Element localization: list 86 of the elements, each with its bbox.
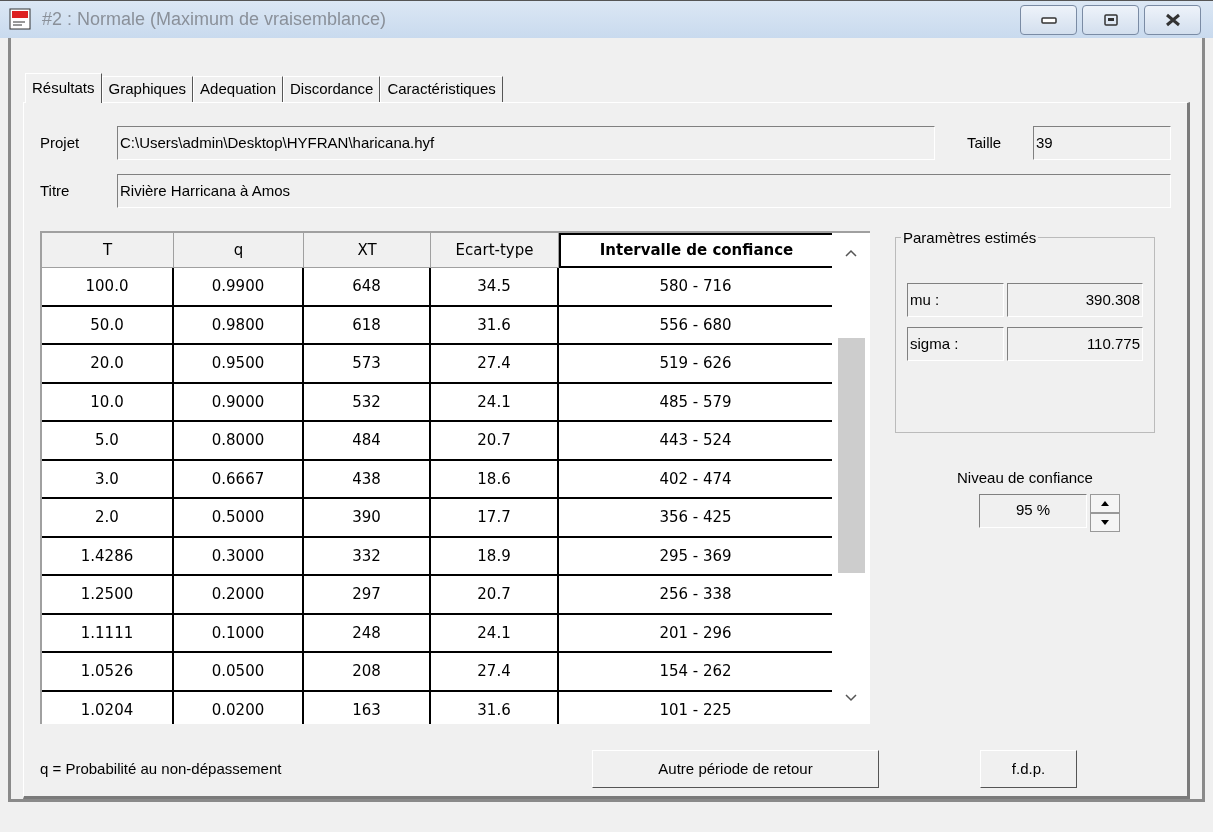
parameter-name[interactable]: sigma :: [907, 327, 1004, 361]
title-field[interactable]: Rivière Harricana à Amos: [117, 174, 1171, 208]
confidence-label: Niveau de confiance: [957, 468, 1093, 488]
parameter-value[interactable]: 390.308: [1007, 283, 1143, 317]
action-button[interactable]: f.d.p.: [980, 750, 1077, 788]
scroll-up-icon[interactable]: [845, 249, 858, 257]
maximize-icon: [1103, 13, 1118, 26]
table-cell: 0.8000: [174, 422, 304, 461]
table-cell: 0.9800: [174, 306, 304, 345]
minimize-button[interactable]: [1020, 4, 1077, 35]
table-cell: 24.1: [431, 383, 559, 422]
document-icon: [8, 6, 34, 33]
table-cell: 3.0: [42, 460, 174, 499]
tab[interactable]: Adequation: [193, 76, 283, 102]
table-cell: 2.0: [42, 499, 174, 538]
table-cell: 648: [304, 268, 431, 307]
table-cell: 0.0500: [174, 653, 304, 692]
spinner[interactable]: [1090, 493, 1120, 532]
tab[interactable]: Discordance: [283, 76, 381, 102]
scroll-down-icon[interactable]: [845, 694, 858, 702]
tab[interactable]: Graphiques: [101, 76, 194, 102]
table-cell: 17.7: [431, 499, 559, 538]
table-cell: 50.0: [42, 306, 174, 345]
table-cell: 1.1111: [42, 614, 174, 653]
table-cell: 31.6: [431, 306, 559, 345]
table-cell: 618: [304, 306, 431, 345]
minimize-icon: [1040, 15, 1057, 24]
scroll-thumb[interactable]: [837, 338, 865, 573]
parameter-name[interactable]: mu :: [907, 283, 1004, 317]
table-cell: 0.9000: [174, 383, 304, 422]
table-cell: 390: [304, 499, 431, 538]
table-cell: 18.9: [431, 537, 559, 576]
table-cell: 0.6667: [174, 460, 304, 499]
table-cell: 100.0: [42, 268, 174, 307]
table-cell: 0.3000: [174, 537, 304, 576]
table-cell: 0.2000: [174, 576, 304, 615]
table-cell: 208: [304, 653, 431, 692]
column-header[interactable]: Intervalle de confiance: [559, 233, 833, 268]
column-header[interactable]: T: [42, 233, 174, 268]
table-cell: 438: [304, 460, 431, 499]
table-cell: 1.4286: [42, 537, 174, 576]
footnote: q = Probabilité au non-dépassement: [40, 758, 283, 779]
project-field[interactable]: C:\Users\admin\Desktop\HYFRAN\haricana.hyf: [117, 126, 935, 160]
table-cell: 248: [304, 614, 431, 653]
table-cell: 1.0204: [42, 691, 174, 724]
parameter-value[interactable]: 110.775: [1007, 327, 1143, 361]
confidence-field[interactable]: 95 %: [979, 493, 1087, 528]
maximize-button[interactable]: [1082, 4, 1139, 35]
table-cell: 297: [304, 576, 431, 615]
close-icon: [1163, 12, 1182, 27]
field-label: Projet: [40, 132, 81, 153]
table-cell: 31.6: [431, 691, 559, 724]
table-cell: 163: [304, 691, 431, 724]
table-cell: 18.6: [431, 460, 559, 499]
table-cell: 10.0: [42, 383, 174, 422]
table-cell: 1.2500: [42, 576, 174, 615]
size-field[interactable]: 39: [1033, 126, 1171, 160]
table-cell: 27.4: [431, 653, 559, 692]
table-cell: 5.0: [42, 422, 174, 461]
table-cell: 484: [304, 422, 431, 461]
column-header[interactable]: XT: [304, 233, 431, 268]
column-header[interactable]: Ecart-type: [431, 233, 559, 268]
table-cell: 0.1000: [174, 614, 304, 653]
field-label: Titre: [40, 180, 71, 201]
table-cell: 20.0: [42, 345, 174, 384]
window-title: #2 : Normale (Maximum de vraisemblance): [42, 8, 387, 31]
table-cell: 1.0526: [42, 653, 174, 692]
tab[interactable]: Résultats: [25, 73, 102, 103]
action-button[interactable]: Autre période de retour: [592, 750, 879, 788]
table-cell: 24.1: [431, 614, 559, 653]
table-cell: 0.9900: [174, 268, 304, 307]
table-cell: 332: [304, 537, 431, 576]
table-cell: 0.9500: [174, 345, 304, 384]
table-cell: 532: [304, 383, 431, 422]
table-cell: 0.0200: [174, 691, 304, 724]
table-cell: 0.5000: [174, 499, 304, 538]
spin-up-icon[interactable]: [1090, 493, 1120, 513]
table-cell: 34.5: [431, 268, 559, 307]
table-cell: 20.7: [431, 422, 559, 461]
table-cell: 20.7: [431, 576, 559, 615]
table-cell: 573: [304, 345, 431, 384]
field-label: Taille: [967, 132, 1003, 153]
table-cell: 27.4: [431, 345, 559, 384]
tab[interactable]: Caractéristiques: [380, 76, 503, 102]
column-header[interactable]: q: [174, 233, 304, 268]
close-button[interactable]: [1144, 4, 1201, 35]
